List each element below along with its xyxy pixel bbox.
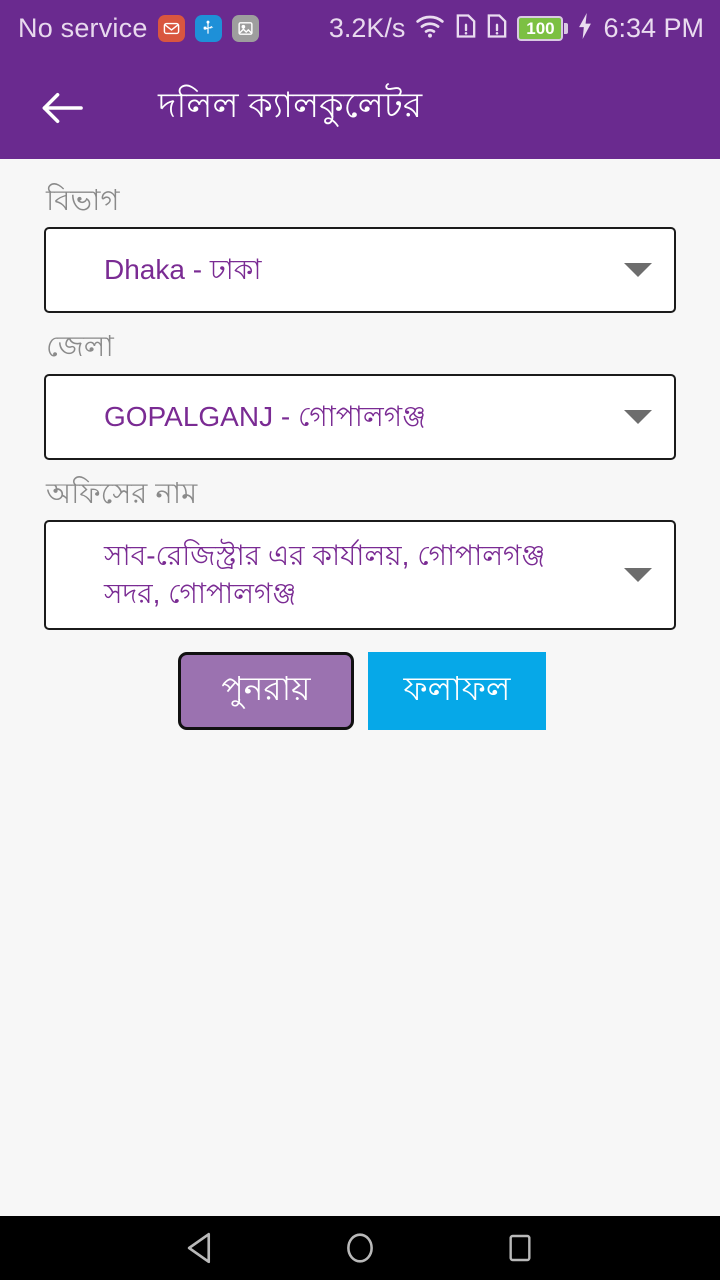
phone-screen: No service 3.2K/s 100 6:34 PM দলিল ক্যাল…: [0, 0, 720, 1280]
chevron-down-icon[interactable]: [624, 263, 652, 278]
app-bar: দলিল ক্যালকুলেটর: [0, 56, 720, 159]
status-bar-left: No service: [18, 13, 259, 44]
battery-cap: [564, 22, 569, 34]
district-label: জেলা: [46, 331, 114, 364]
usb-icon: [194, 14, 222, 42]
battery-icon: 100: [517, 15, 569, 41]
division-selected-value: Dhaka - ঢাকা: [104, 254, 262, 286]
mail-icon: [157, 14, 185, 42]
button-row: পুনরায় ফলাফল: [44, 651, 676, 730]
district-selected-value: GOPALGANJ - গোপালগঞ্জ: [104, 400, 427, 432]
form-content: বিভাগ Dhaka - ঢাকা জেলা GOPALGANJ - গোপা…: [0, 159, 720, 1216]
district-dropdown[interactable]: GOPALGANJ - গোপালগঞ্জ: [44, 373, 676, 460]
result-button[interactable]: ফলাফল: [368, 651, 546, 730]
image-icon: [231, 14, 259, 42]
office-name-dropdown[interactable]: সাব-রেজিস্ট্রার এর কার্যালয়, গোপালগঞ্জ …: [44, 519, 676, 630]
clock-label: 6:34 PM: [603, 12, 704, 43]
battery-level-label: 100: [526, 18, 555, 38]
charging-bolt-icon: [577, 12, 593, 44]
chevron-down-icon[interactable]: [624, 409, 652, 424]
division-dropdown[interactable]: Dhaka - ঢাকা: [44, 227, 676, 314]
division-label: বিভাগ: [46, 185, 120, 217]
field-division: বিভাগ Dhaka - ঢাকা: [44, 183, 676, 314]
office-name-selected-value: সাব-রেজিস্ট্রার এর কার্যালয়, গোপালগঞ্জ …: [104, 539, 546, 609]
nav-home-icon[interactable]: [330, 1224, 390, 1272]
android-nav-bar: [0, 1216, 720, 1280]
sim-card-alert-icon: [455, 12, 477, 45]
nav-recents-icon[interactable]: [490, 1224, 550, 1272]
field-office-name: অফিসের নাম সাব-রেজিস্ট্রার এর কার্যালয়,…: [44, 476, 676, 630]
status-bar: No service 3.2K/s 100 6:34 PM: [0, 0, 720, 56]
network-speed-label: 3.2K/s: [328, 12, 406, 43]
sim-card-alert-icon: [486, 12, 508, 45]
chevron-down-icon[interactable]: [624, 567, 652, 582]
status-bar-right: 3.2K/s 100 6:34 PM: [329, 12, 704, 45]
battery-level-badge: 100: [517, 15, 564, 41]
field-district: জেলা GOPALGANJ - গোপালগঞ্জ: [44, 329, 676, 460]
reset-button[interactable]: পুনরায়: [178, 651, 354, 730]
carrier-label: No service: [18, 12, 148, 43]
nav-back-icon[interactable]: [170, 1224, 230, 1272]
page-title: দলিল ক্যালকুলেটর: [158, 86, 423, 125]
back-arrow-icon[interactable]: [34, 80, 90, 136]
wifi-icon: [414, 13, 446, 44]
office-name-label: অফিসের নাম: [46, 477, 198, 510]
